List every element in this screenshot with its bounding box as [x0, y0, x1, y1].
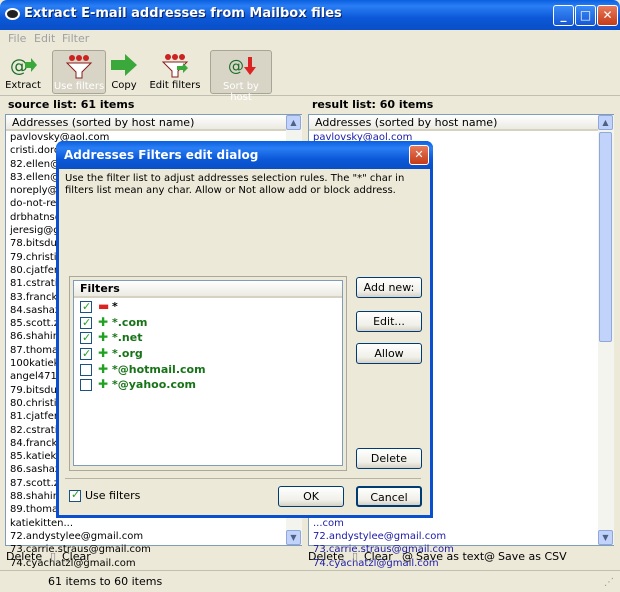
scroll-up-icon[interactable]: ▲ [598, 115, 613, 130]
filters-dialog: Addresses Filters edit dialog ✕ Use the … [56, 141, 433, 518]
maximize-button[interactable]: □ [575, 5, 596, 26]
extract-button[interactable]: @ Extract [4, 50, 42, 94]
cancel-button[interactable]: Cancel [356, 486, 422, 507]
source-delete-button[interactable]: Delete [6, 550, 42, 563]
extract-label: Extract [5, 80, 41, 91]
copy-button[interactable]: Copy [107, 50, 141, 94]
filter-row[interactable]: ✚*.org [74, 346, 342, 362]
sort-by-host-label: Sort by host [223, 81, 259, 103]
scroll-up-icon[interactable]: ▲ [286, 115, 301, 130]
use-filters-label: Use filters [53, 81, 105, 92]
filter-row[interactable]: ✚ *@hotmail.com [74, 362, 342, 378]
menu-edit[interactable]: Edit [34, 32, 55, 45]
copy-arrow-icon [111, 54, 137, 76]
status-bar: 61 items to 60 items ⋰ [0, 570, 620, 592]
filter-rows: ▬*✚*.com✚*.net✚*.org✚*@hotmail.com✚*@yah… [74, 299, 342, 393]
edit-button[interactable]: Edit... [356, 311, 422, 332]
filter-checkbox[interactable] [80, 379, 92, 392]
scroll-down-icon[interactable]: ▼ [598, 530, 613, 545]
result-column-header[interactable]: Addresses (sorted by host name) [309, 115, 598, 131]
filter-checkbox[interactable] [80, 346, 92, 362]
app-eye-icon [5, 8, 20, 20]
dialog-title: Addresses Filters edit dialog [64, 148, 259, 162]
close-button[interactable]: ✕ [597, 5, 618, 26]
edit-filters-label: Edit filters [149, 80, 201, 91]
filter-checkbox[interactable] [80, 299, 92, 315]
allow-button[interactable]: Allow [356, 343, 422, 364]
sort-by-host-button[interactable]: @ Sort by host [210, 50, 272, 103]
use-filters-label: Use filters [85, 489, 141, 502]
svg-text:@: @ [228, 56, 244, 75]
filter-pattern: *.org [112, 347, 143, 361]
edit-filters-button[interactable]: Edit filters [148, 50, 202, 94]
result-delete-button[interactable]: Delete [308, 550, 344, 563]
filter-row[interactable]: ✚*.net [74, 330, 342, 346]
filter-checkbox[interactable] [80, 363, 92, 376]
allow-plus-icon: ✚ [98, 377, 109, 392]
allow-plus-icon: ✚ [98, 346, 109, 361]
dialog-body: Use the filter list to adjust addresses … [59, 169, 430, 515]
source-list-header: source list: 61 items [8, 98, 135, 111]
sort-at-icon: @ [228, 56, 256, 75]
filter-row[interactable]: ✚ *@yahoo.com [74, 377, 342, 393]
window-title: Extract E-mail addresses from Mailbox fi… [24, 6, 342, 21]
result-list-item[interactable]: ...com [309, 517, 613, 530]
allow-plus-icon: ✚ [98, 361, 109, 376]
use-filters-button[interactable]: Use filters [52, 50, 106, 94]
status-text: 61 items to 60 items [48, 575, 163, 588]
use-filters-checkbox[interactable] [69, 488, 81, 502]
source-bottom-bar: Delete ▯ Clear [0, 548, 305, 568]
result-list-header: result list: 60 items [312, 98, 434, 111]
edit-filters-icon [161, 54, 189, 78]
allow-plus-icon: ✚ [98, 314, 109, 329]
filter-pattern: *@hotmail.com [112, 362, 206, 376]
menu-file[interactable]: File [8, 32, 26, 45]
extract-at-icon: @ [10, 56, 37, 77]
csv-at-icon: @ [484, 550, 495, 563]
filter-checkbox[interactable] [80, 330, 92, 346]
add-new-button[interactable]: Add new: [356, 277, 422, 298]
filter-row[interactable]: ▬* [74, 299, 342, 315]
delete-button[interactable]: Delete [356, 448, 422, 469]
menu-filter[interactable]: Filter [62, 32, 89, 45]
result-list-item[interactable]: 72.andystylee@gmail.com [309, 530, 613, 543]
filter-row[interactable]: ✚*.com [74, 314, 342, 330]
filter-pattern: *.net [112, 331, 143, 345]
filter-people-icon [65, 55, 93, 79]
source-list-item[interactable]: katiekitten... [6, 517, 301, 530]
result-clear-button[interactable]: Clear [364, 550, 393, 563]
scroll-down-icon[interactable]: ▼ [286, 530, 301, 545]
clear-page-icon: ▯ [352, 550, 359, 563]
menu-bar: File Edit Filter [0, 30, 620, 48]
filter-pattern: * [112, 300, 118, 313]
filter-list-header[interactable]: Filters [74, 281, 342, 298]
copy-label: Copy [111, 80, 137, 91]
ok-button[interactable]: OK [278, 486, 344, 507]
save-as-csv-button[interactable]: Save as CSV [498, 550, 567, 563]
result-bottom-bar: Delete ▯ Clear @ Save as text @ Save as … [306, 548, 620, 568]
filter-list[interactable]: Filters ▬*✚*.com✚*.net✚*.org✚*@hotmail.c… [73, 280, 343, 466]
scroll-thumb[interactable] [599, 132, 612, 342]
filter-pattern: *@yahoo.com [112, 378, 197, 392]
source-clear-button[interactable]: Clear [62, 550, 91, 563]
toolbar: @ Extract Use filters Copy Edit filters … [0, 48, 620, 103]
result-scrollbar[interactable]: ▲ ▼ [598, 115, 614, 545]
filters-group: Filters ▬*✚*.com✚*.net✚*.org✚*@hotmail.c… [69, 276, 347, 471]
resize-grip-icon[interactable]: ⋰ [604, 577, 614, 588]
block-minus-icon: ▬ [98, 299, 110, 313]
dialog-description: Use the filter list to adjust addresses … [65, 173, 405, 196]
dialog-close-button[interactable]: ✕ [409, 145, 429, 165]
dialog-separator [65, 478, 421, 479]
filter-checkbox[interactable] [80, 315, 92, 330]
clear-page-icon: ▯ [50, 550, 57, 563]
source-list-item[interactable]: 72.andystylee@gmail.com [6, 530, 301, 543]
source-column-header[interactable]: Addresses (sorted by host name) [6, 115, 286, 131]
allow-plus-icon: ✚ [98, 330, 109, 345]
save-as-text-button[interactable]: Save as text [416, 550, 484, 563]
filter-pattern: *.com [112, 315, 148, 329]
minimize-button[interactable]: _ [553, 5, 574, 26]
save-at-icon: @ [402, 550, 413, 563]
